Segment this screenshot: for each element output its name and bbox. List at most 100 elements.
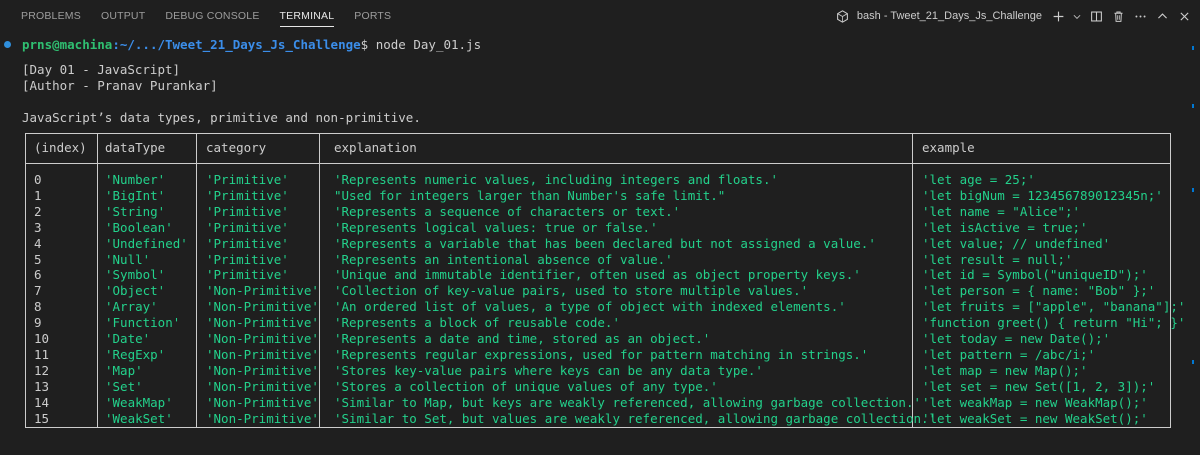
cell-explanation: 'Represents numeric values, including in… [334,172,779,187]
cell-datatype: 'WeakMap' [105,394,173,410]
cell-index: 10 [34,331,50,346]
chevron-down-icon[interactable] [1072,8,1082,24]
terminal-scrollbar[interactable] [1186,32,1200,455]
more-icon[interactable] [1132,8,1148,24]
cell-index: 0 [34,172,42,187]
terminal-actions: bash - Tweet_21_Days_Js_Challenge [835,0,1192,32]
cell-example: 'let pattern = /abc/i;' [922,346,1096,362]
cell-explanation: 'Represents logical values: true or fals… [334,219,658,235]
command-status-dot[interactable] [4,41,11,48]
table-row: 10 'Date' 'Non-Primitive' 'Represents a dat… [26,331,1170,347]
terminal-icon[interactable] [835,8,851,24]
cell-datatype: 'Map' [105,362,143,378]
cell-index: 3 [34,219,42,235]
cell-datatype: 'Undefined' [105,235,188,251]
table-row: 13 'Set' 'Non-Primitive' 'Stores a collecti… [26,379,1170,395]
table-row: 14 'WeakMap' 'Non-Primitive' 'Similar to Ma… [26,395,1170,411]
cell-category: 'Primitive' [206,219,289,235]
cell-example: 'let map = new Map();' [922,362,1088,378]
cell-explanation: "Used for integers larger than Number's … [334,187,726,203]
output-line: [Author - Pranav Purankar] [22,78,218,93]
cell-example: 'let weakSet = new WeakSet();' [922,410,1148,426]
table-row: 8 'Array' 'Non-Primitive' 'An ordered list … [26,299,1185,315]
cell-example: 'let weakMap = new WeakMap();' [922,394,1148,410]
chevron-up-icon[interactable] [1154,8,1170,24]
cell-index: 7 [34,283,42,299]
cell-index: 5 [34,251,42,267]
plus-icon[interactable] [1050,8,1066,24]
table-row: 6 'Symbol' 'Primitive' 'Unique and immutabl… [26,267,1170,283]
cell-explanation: 'Represents a variable that has been dec… [334,235,876,251]
cell-index: 2 [34,203,42,219]
panel-tabs: PROBLEMS OUTPUT DEBUG CONSOLE TERMINAL P… [21,0,411,32]
cell-index: 1 [34,187,42,203]
tab-output[interactable]: OUTPUT [101,0,145,32]
cell-index: 11 [34,346,50,362]
cell-index: 13 [34,378,50,394]
tab-debug-console[interactable]: DEBUG CONSOLE [165,0,259,32]
cell-explanation: 'Similar to Map, but keys are weakly ref… [334,394,921,410]
cell-category: 'Non-Primitive' [206,378,319,394]
cell-category: 'Non-Primitive' [206,410,319,426]
cell-example: 'let set = new Set([1, 2, 3]);' [922,378,1156,394]
table-row: 12 'Map' 'Non-Primitive' 'Stores key-value … [26,363,1170,379]
cell-explanation: 'Stores key-value pairs where keys can b… [334,362,763,378]
console-table: (index) dataType category explanation ex… [25,133,1185,428]
cell-category: 'Non-Primitive' [206,362,319,378]
cell-example: 'let value; // undefined' [922,235,1111,251]
cell-datatype: 'Number' [105,172,166,187]
cell-category: 'Primitive' [206,235,289,251]
cell-explanation: 'Represents an intentional absence of va… [334,251,673,267]
cell-explanation: 'Collection of key-value pairs, used to … [334,283,809,299]
tab-ports[interactable]: PORTS [354,0,391,32]
cell-index: 14 [34,394,50,410]
cell-category: 'Non-Primitive' [206,283,319,299]
trash-icon[interactable] [1110,8,1126,24]
split-icon[interactable] [1088,8,1104,24]
cell-datatype: 'Object' [105,283,166,299]
tab-problems[interactable]: PROBLEMS [21,0,81,32]
cell-explanation: 'Represents a block of reusable code.' [334,315,620,331]
table-row: 15 'WeakSet' 'Non-Primitive' 'Similar to Se… [26,411,1170,427]
cell-example: 'let name = "Alice";' [922,203,1081,219]
panel-header: PROBLEMS OUTPUT DEBUG CONSOLE TERMINAL P… [0,0,1200,32]
header-explanation: explanation [334,140,417,155]
header-datatype: dataType [105,140,166,155]
cell-datatype: 'Boolean' [105,219,173,235]
cell-datatype: 'Date' [105,331,151,346]
cell-explanation: 'Represents regular expressions, used fo… [334,346,869,362]
close-icon[interactable] [1176,8,1192,24]
prompt-symbol: $ [360,37,376,52]
cell-example: 'let result = null;' [922,251,1073,267]
table-row: 5 'Null' 'Primitive' 'Represents an intenti… [26,252,1170,268]
cell-example: 'let today = new Date();' [922,331,1111,346]
prompt-line: prns@machina:~/.../Tweet_21_Days_Js_Chal… [22,37,481,53]
cell-datatype: 'WeakSet' [105,410,173,426]
cell-index: 12 [34,362,50,378]
cell-explanation: 'Stores a collection of unique values of… [334,378,718,394]
cell-category: 'Primitive' [206,251,289,267]
tab-terminal[interactable]: TERMINAL [279,0,335,32]
cell-category: 'Primitive' [206,267,289,283]
cell-index: 6 [34,267,42,283]
cell-category: 'Non-Primitive' [206,331,319,346]
table-row: 0 'Number' 'Primitive' 'Represents numeric … [26,172,1170,188]
terminal-title[interactable]: bash - Tweet_21_Days_Js_Challenge [857,10,1042,22]
cell-example: 'let person = { name: "Bob" };' [922,283,1156,299]
table-row: 9 'Function' 'Non-Primitive' 'Represents a … [26,315,1185,331]
table-row: 3 'Boolean' 'Primitive' 'Represents logical… [26,220,1170,236]
cell-explanation: 'Similar to Set, but values are weakly r… [334,410,937,426]
cell-datatype: 'Function' [105,315,181,331]
table-row: 2 'String' 'Primitive' 'Represents a sequen… [26,204,1170,220]
output-line: [Day 01 - JavaScript] [22,62,181,77]
cell-category: 'Non-Primitive' [206,346,319,362]
cell-datatype: 'Null' [105,251,151,267]
header-example: example [922,140,975,155]
prompt-path: :~/.../Tweet_21_Days_Js_Challenge [112,37,361,52]
header-category: category [206,140,267,155]
cell-index: 15 [34,410,50,426]
cell-explanation: 'Represents a sequence of characters or … [334,203,681,219]
cell-datatype: 'String' [105,203,166,219]
cell-explanation: 'Represents a date and time, stored as a… [334,331,711,346]
cell-datatype: 'Array' [105,299,158,315]
